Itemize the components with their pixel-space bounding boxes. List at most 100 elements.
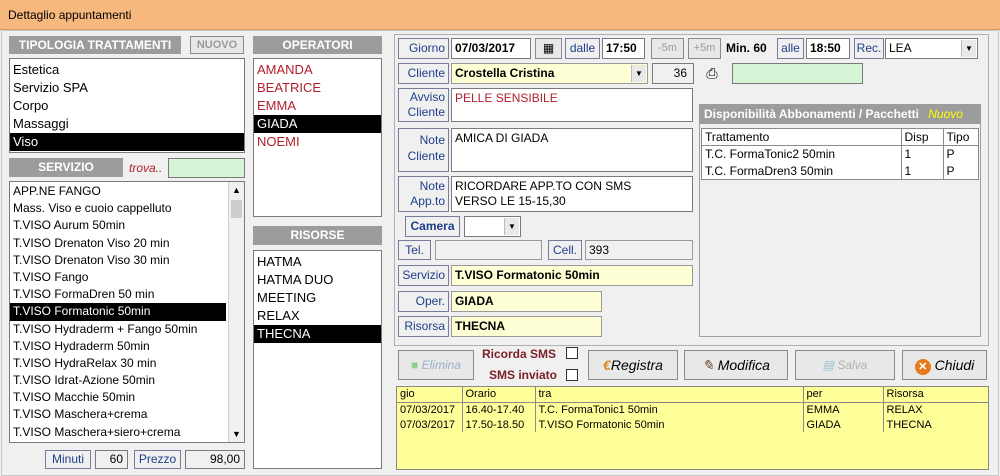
camera-label: Camera bbox=[405, 216, 460, 237]
tipologia-new-button[interactable]: NUOVO bbox=[190, 36, 244, 54]
tipologia-list: Estetica Servizio SPA Corpo Massaggi Viso bbox=[9, 58, 245, 153]
giorno-field[interactable]: 07/03/2017 bbox=[451, 38, 531, 59]
abbonamenti-table: Trattamento Disp Tipo T.C. FormaTonic2 50m… bbox=[701, 128, 979, 180]
chevron-down-icon[interactable]: ▼ bbox=[961, 40, 976, 57]
list-item[interactable]: T.VISO Maschera+siero+crema bbox=[10, 424, 226, 441]
calendar-icon[interactable]: ▦ bbox=[535, 38, 562, 59]
list-item[interactable]: Corpo bbox=[10, 97, 244, 115]
minuti-label: Minuti bbox=[45, 450, 91, 469]
sms-inviato-checkbox[interactable] bbox=[566, 369, 578, 381]
list-item[interactable]: T.VISO FormaDren 50 min bbox=[10, 286, 226, 303]
prezzo-value: 98,00 bbox=[185, 450, 245, 469]
scroll-thumb[interactable] bbox=[231, 200, 242, 218]
list-item[interactable]: Estetica bbox=[10, 61, 244, 79]
list-item[interactable]: T.VISO Aurum 50min bbox=[10, 217, 226, 234]
list-item[interactable]: NOEMI bbox=[254, 133, 381, 151]
cell: 1 bbox=[901, 162, 944, 179]
abbonamenti-new-link[interactable]: Nuovo bbox=[928, 107, 963, 121]
scroll-down-icon[interactable]: ▼ bbox=[229, 426, 244, 442]
abbonamenti-title: Disponibilità Abbonamenti / Pacchetti bbox=[704, 107, 919, 121]
cliente-select[interactable]: Crostella Cristina ▼ bbox=[451, 63, 648, 84]
col-gio: gio bbox=[397, 387, 463, 402]
avviso-cliente-label: Avviso Cliente bbox=[398, 88, 449, 122]
cell-field[interactable]: 393 bbox=[585, 240, 693, 260]
appointments-header-row: gio Orario tra per Risorsa bbox=[397, 387, 988, 402]
registra-button[interactable]: €Registra bbox=[588, 350, 678, 380]
table-row[interactable]: T.C. FormaDren3 50min 1 P bbox=[702, 162, 978, 179]
list-item[interactable]: T.VISO Hydraderm 50min bbox=[10, 338, 226, 355]
ricorda-sms-checkbox[interactable] bbox=[566, 347, 578, 359]
avviso-label-line1: Avviso bbox=[409, 90, 445, 104]
list-item[interactable]: Mass. Viso e cuoio cappelluto bbox=[10, 200, 226, 217]
alle-field[interactable]: 18:50 bbox=[806, 38, 850, 59]
note-app-line1: RICORDARE APP.TO CON SMS bbox=[455, 179, 632, 193]
list-item[interactable]: Viso bbox=[10, 133, 244, 151]
list-item[interactable]: T.VISO HydraRelax 30 min bbox=[10, 355, 226, 372]
cell: 17.50-18.50 bbox=[462, 417, 536, 432]
minus5-button[interactable]: -5m bbox=[651, 38, 684, 59]
modifica-button[interactable]: ✎ Modifica bbox=[684, 350, 788, 380]
list-item[interactable]: GIADA bbox=[254, 115, 381, 133]
list-item[interactable]: T.VISO Drenaton Viso 30 min bbox=[10, 252, 226, 269]
table-row[interactable]: 07/03/2017 17.50-18.50 T.VISO Formatonic 5… bbox=[397, 417, 988, 432]
list-item[interactable]: EMMA bbox=[254, 97, 381, 115]
minuti-value: 60 bbox=[95, 450, 128, 469]
cell: RELAX bbox=[886, 403, 923, 416]
col-tipo: Tipo bbox=[946, 129, 970, 144]
list-item[interactable]: HATMA DUO bbox=[254, 271, 381, 289]
list-item[interactable]: T.VISO Maschera+crema bbox=[10, 406, 226, 423]
note-cliente-field[interactable]: AMICA DI GIADA bbox=[451, 128, 693, 172]
prezzo-label: Prezzo bbox=[134, 450, 181, 469]
tel-field[interactable] bbox=[435, 240, 542, 260]
list-item[interactable]: HATMA bbox=[254, 253, 381, 271]
camera-select[interactable]: ▼ bbox=[464, 216, 521, 237]
cell: THECNA bbox=[886, 418, 932, 431]
list-item[interactable]: AMANDA bbox=[254, 61, 381, 79]
dalle-field[interactable]: 17:50 bbox=[602, 38, 645, 59]
window-title: Dettaglio appuntamenti bbox=[8, 8, 132, 22]
list-item[interactable]: BEATRICE bbox=[254, 79, 381, 97]
list-item[interactable]: T.VISO Drenaton Viso 20 min bbox=[10, 235, 226, 252]
pencil-icon: ✎ bbox=[702, 357, 714, 373]
note-appto-label: Note App.to bbox=[398, 176, 449, 212]
list-item[interactable]: T.VISO Formatonic 50min bbox=[10, 303, 226, 321]
cliente-number: 36 bbox=[652, 63, 694, 84]
col-per: per bbox=[803, 387, 884, 402]
chevron-down-icon[interactable]: ▼ bbox=[631, 65, 646, 82]
chiudi-button[interactable]: ✕ Chiudi bbox=[902, 350, 987, 380]
duration-label: Min. 60 bbox=[726, 41, 767, 55]
servizio-search-input[interactable] bbox=[168, 158, 245, 178]
list-item[interactable]: Massaggi bbox=[10, 115, 244, 133]
avviso-cliente-field[interactable]: PELLE SENSIBILE bbox=[451, 88, 693, 122]
scroll-up-icon[interactable]: ▲ bbox=[229, 182, 244, 198]
list-item[interactable]: MEETING bbox=[254, 289, 381, 307]
servizio-scrollbar[interactable]: ▲ ▼ bbox=[228, 182, 244, 442]
list-item[interactable]: Servizio SPA bbox=[10, 79, 244, 97]
list-item[interactable]: T.VISO Fango bbox=[10, 269, 226, 286]
servizio-search-label: trova.. bbox=[129, 161, 163, 175]
rec-value: LEA bbox=[889, 41, 912, 55]
table-row[interactable]: T.C. FormaTonic2 50min 1 P bbox=[702, 145, 978, 162]
list-item[interactable]: T.VISO Hydraderm + Fango 50min bbox=[10, 321, 226, 338]
modifica-label: Modifica bbox=[717, 357, 770, 373]
cell-label: Cell. bbox=[548, 240, 582, 260]
salva-button[interactable]: ▤ Salva bbox=[795, 350, 895, 380]
note-app-line2: VERSO LE 15-15,30 bbox=[455, 194, 566, 208]
elimina-button[interactable]: ■ Elimina bbox=[398, 350, 474, 380]
sms-inviato-label: SMS inviato bbox=[489, 368, 558, 382]
rec-select[interactable]: LEA ▼ bbox=[885, 38, 978, 59]
risorse-list: HATMA HATMA DUO MEETING RELAX THECNA bbox=[253, 250, 382, 469]
list-item[interactable]: T.VISO Idrat-Azione 50min bbox=[10, 372, 226, 389]
plus5-button[interactable]: +5m bbox=[688, 38, 721, 59]
abbonamenti-header: Disponibilità Abbonamenti / Pacchetti Nu… bbox=[699, 104, 981, 124]
chevron-down-icon[interactable]: ▼ bbox=[504, 218, 519, 235]
list-item[interactable]: RELAX bbox=[254, 307, 381, 325]
cliente-extra-field[interactable] bbox=[732, 63, 863, 84]
list-item[interactable]: T.VISO Macchie 50min bbox=[10, 389, 226, 406]
list-item[interactable]: THECNA bbox=[254, 325, 381, 343]
list-item[interactable]: APP.NE FANGO bbox=[10, 183, 226, 200]
client-card-icon[interactable]: ⎙ bbox=[700, 63, 724, 84]
note-appto-field[interactable]: RICORDARE APP.TO CON SMS VERSO LE 15-15,3… bbox=[451, 176, 693, 212]
table-row[interactable]: 07/03/2017 16.40-17.40 T.C. FormaTonic1 50… bbox=[397, 402, 988, 417]
risorse-header: RISORSE bbox=[253, 226, 382, 245]
